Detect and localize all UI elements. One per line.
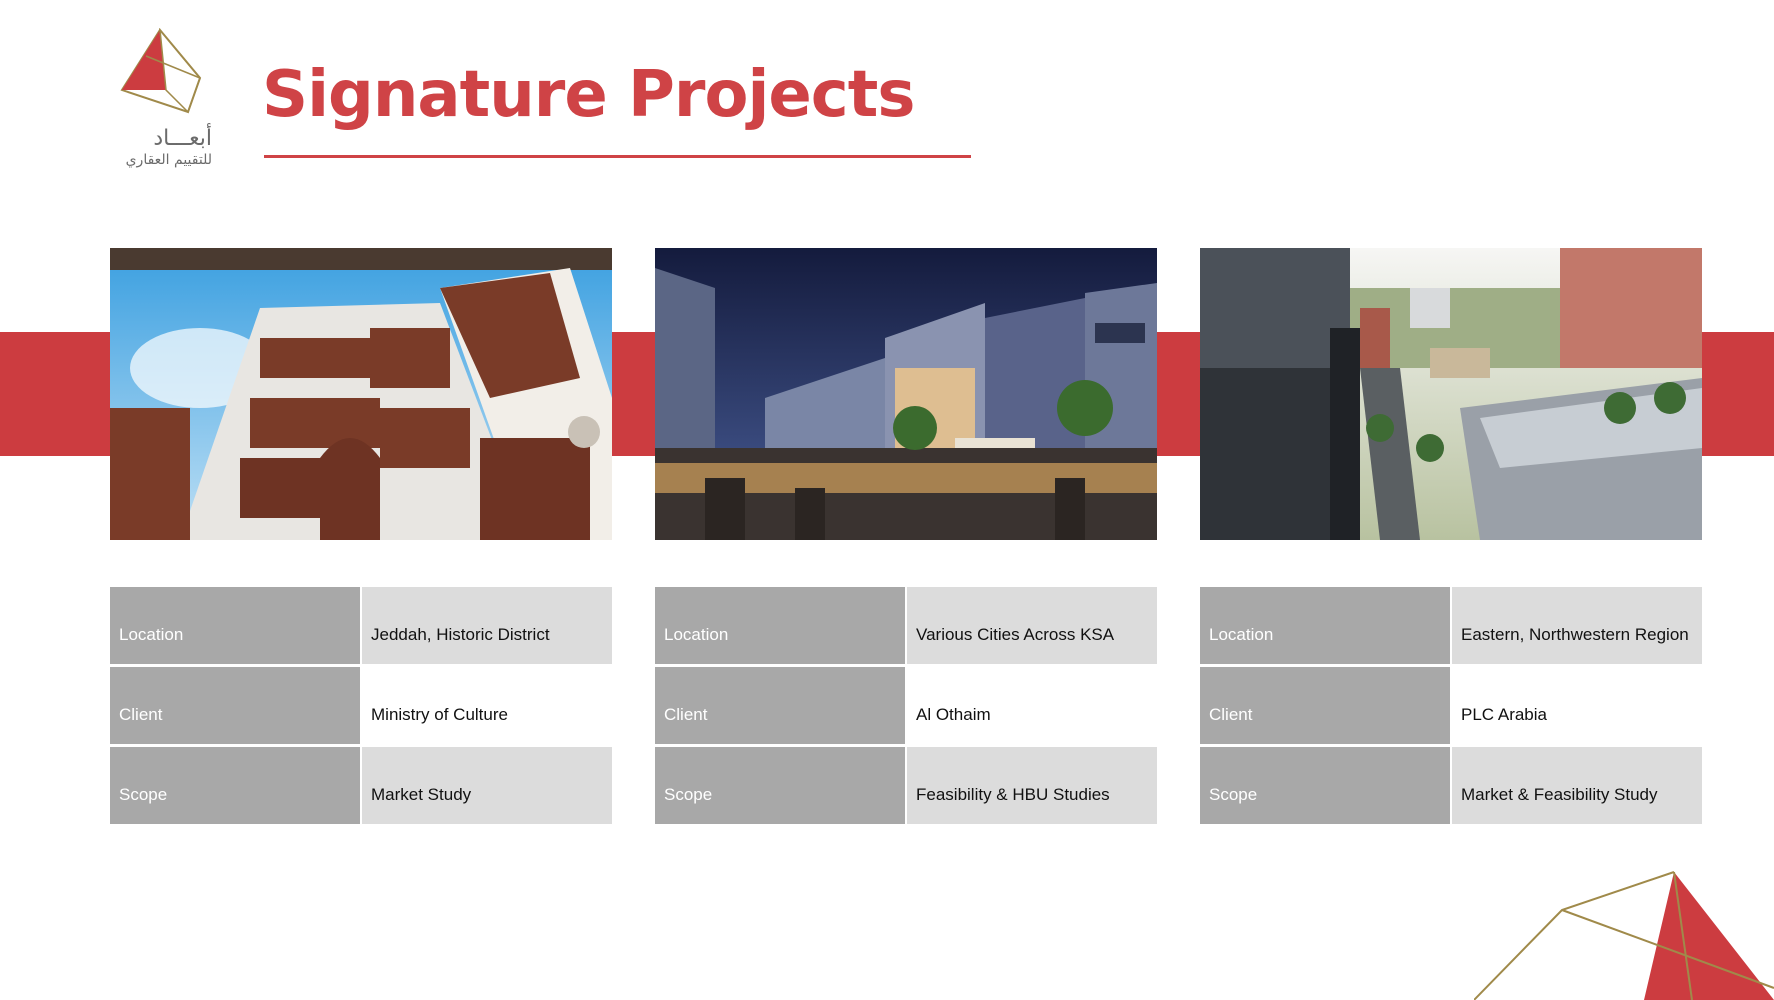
logo-arabic-tagline: للتقييم العقاري xyxy=(125,152,212,168)
info-label: Client xyxy=(655,667,905,744)
info-label: Scope xyxy=(110,747,360,824)
info-value: Market Study xyxy=(362,747,612,824)
project-photo-mixed-use xyxy=(1200,248,1702,540)
info-value: Market & Feasibility Study xyxy=(1452,747,1702,824)
info-row-location: Location Eastern, Northwestern Region xyxy=(1200,587,1702,664)
info-value: Al Othaim xyxy=(907,667,1157,744)
info-label: Location xyxy=(110,587,360,664)
logo-arabic-name: أبعـــاد xyxy=(153,126,212,151)
info-row-client: Client Al Othaim xyxy=(655,667,1157,744)
info-value: PLC Arabia xyxy=(1452,667,1702,744)
retail-plaza-rendering-icon xyxy=(655,248,1157,540)
decorative-polygon-icon xyxy=(1474,871,1774,1000)
info-label: Scope xyxy=(655,747,905,824)
info-row-location: Location Jeddah, Historic District xyxy=(110,587,612,664)
project-photo-retail xyxy=(655,248,1157,540)
info-row-client: Client Ministry of Culture xyxy=(110,667,612,744)
info-value: Jeddah, Historic District xyxy=(362,587,612,664)
project-info-table: Location Various Cities Across KSA Clien… xyxy=(655,587,1157,824)
info-row-scope: Scope Market Study xyxy=(110,747,612,824)
info-row-scope: Scope Market & Feasibility Study xyxy=(1200,747,1702,824)
info-row-scope: Scope Feasibility & HBU Studies xyxy=(655,747,1157,824)
info-value: Ministry of Culture xyxy=(362,667,612,744)
page-title: Signature Projects xyxy=(262,58,915,132)
info-row-location: Location Various Cities Across KSA xyxy=(655,587,1157,664)
info-label: Location xyxy=(655,587,905,664)
info-label: Scope xyxy=(1200,747,1450,824)
info-label: Location xyxy=(1200,587,1450,664)
project-card-retail: Location Various Cities Across KSA Clien… xyxy=(655,248,1157,827)
project-card-historic: Location Jeddah, Historic District Clien… xyxy=(110,248,612,827)
info-row-client: Client PLC Arabia xyxy=(1200,667,1702,744)
title-underline xyxy=(264,155,971,158)
info-value: Various Cities Across KSA xyxy=(907,587,1157,664)
project-info-table: Location Jeddah, Historic District Clien… xyxy=(110,587,612,824)
historic-building-photo-icon xyxy=(110,248,612,540)
info-label: Client xyxy=(1200,667,1450,744)
info-value: Eastern, Northwestern Region xyxy=(1452,587,1702,664)
info-label: Client xyxy=(110,667,360,744)
project-card-mixed-use: Location Eastern, Northwestern Region Cl… xyxy=(1200,248,1702,827)
info-value: Feasibility & HBU Studies xyxy=(907,747,1157,824)
project-photo-historic xyxy=(110,248,612,540)
mixed-use-aerial-rendering-icon xyxy=(1200,248,1702,540)
project-info-table: Location Eastern, Northwestern Region Cl… xyxy=(1200,587,1702,824)
